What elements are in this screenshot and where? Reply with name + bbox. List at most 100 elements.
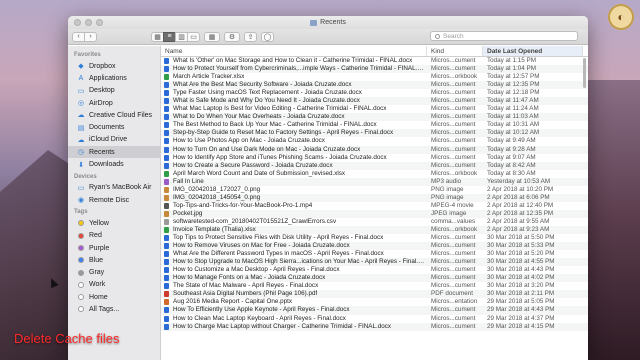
sidebar-item-documents[interactable]: ▤ Documents <box>68 121 160 133</box>
nav-buttons: ‹ › <box>72 31 97 42</box>
file-row[interactable]: Fall In Line MP3 audio Yesterday at 10:53 … <box>161 177 588 186</box>
file-row[interactable]: What to Do When Your Mac Overheats - Joi… <box>161 113 588 122</box>
file-row[interactable]: Top Tips to Protect Sensitive Files with… <box>161 234 588 242</box>
forward-button[interactable]: › <box>84 31 97 42</box>
file-row[interactable]: How To Efficiently Use Apple Keynote - A… <box>161 306 588 315</box>
file-name-cell: IMG_02042018_145054_0.png <box>161 194 427 202</box>
tag-purple[interactable]: Purple <box>68 242 160 254</box>
sidebar-item-desktop[interactable]: ▭ Desktop <box>68 85 160 97</box>
tag-home[interactable]: Home <box>68 291 160 303</box>
file-row[interactable]: Type Faster Using macOS Text Replacement… <box>161 89 588 97</box>
sidebar-item-label: iCloud Drive <box>89 136 128 144</box>
file-row[interactable]: What Mac Laptop Is Best for Video Editin… <box>161 105 588 113</box>
kind-column-header[interactable]: Kind <box>427 46 483 56</box>
tag-label: Home <box>89 293 108 301</box>
vertical-scrollbar[interactable] <box>583 58 586 88</box>
sidebar-item-icloud-drive[interactable]: ☁ iCloud Drive <box>68 134 160 146</box>
favorites-header: Favorites <box>74 52 101 58</box>
file-row[interactable]: The Best Method to Back Up Your Mac - Ca… <box>161 121 588 129</box>
tag-all-tags[interactable]: All Tags... <box>68 303 160 315</box>
file-row[interactable]: How to Protect Yourself from Cybercrimin… <box>161 65 588 74</box>
zoom-button[interactable] <box>96 19 103 26</box>
file-row[interactable]: Southeast Asia Digital Numbers (Phil Pag… <box>161 290 588 299</box>
file-row[interactable]: How to Customize a Mac Desktop - April R… <box>161 266 588 274</box>
sidebar-item-dropbox[interactable]: ◆ Dropbox <box>68 60 160 72</box>
sidebar-item-airdrop[interactable]: ◎ AirDrop <box>68 97 160 109</box>
file-row[interactable]: How to Create a Secure Password - Joiada… <box>161 161 588 170</box>
csv-file-icon <box>164 218 169 225</box>
file-row[interactable]: What Are the Best Mac Security Software … <box>161 81 588 90</box>
file-row[interactable]: Aug 2016 Media Report - Capital One.pptx… <box>161 298 588 306</box>
file-name: What Are the Different Password Types in… <box>173 250 384 258</box>
file-row[interactable]: What is Safe Mode and Why Do You Need It… <box>161 97 588 106</box>
recents-icon: ◷ <box>77 149 85 157</box>
file-name-cell: Type Faster Using macOS Text Replacement… <box>161 89 427 97</box>
file-row[interactable]: The State of Mac Malware - April Reyes -… <box>161 282 588 290</box>
file-row[interactable]: April March Word Count and Date of Submi… <box>161 170 588 178</box>
tag-label: Purple <box>89 244 110 252</box>
devices-header: Devices <box>74 173 97 180</box>
tag-yellow[interactable]: Yellow <box>68 217 160 229</box>
file-row[interactable]: How to Charge Mac Laptop without Charger… <box>161 322 588 331</box>
sidebar-item-label: Applications <box>89 74 127 82</box>
file-name: IMG_02042018_145054_0.png <box>173 193 261 201</box>
sidebar-item-creative-cloud-files[interactable]: ☁ Creative Cloud Files <box>68 109 160 121</box>
tag-blue[interactable]: Blue <box>68 254 160 266</box>
file-name: What is Safe Mode and Why Do You Need It… <box>173 97 360 105</box>
mp3-file-icon <box>164 178 169 185</box>
file-name-cell: March Article Tracker.xlsx <box>161 73 427 81</box>
doc-file-icon <box>164 235 169 242</box>
file-row[interactable]: Step-by-Step Guide to Reset Mac to Facto… <box>161 129 588 138</box>
sidebar-item-applications[interactable]: A Applications <box>68 72 160 84</box>
file-date: 30 Mar 2018 at 5:20 PM <box>487 250 555 258</box>
file-name: How to Remove Viruses on Mac for Free - … <box>173 242 350 250</box>
file-row[interactable]: What Are the Different Password Types in… <box>161 250 588 258</box>
doc-file-icon <box>164 267 169 274</box>
tag-red[interactable]: Red <box>68 230 160 242</box>
file-kind: Micros...orkbook <box>431 169 478 177</box>
file-row[interactable]: How to Manage Fonts on a Mac - Joiada Cr… <box>161 274 588 283</box>
file-row[interactable]: How to Stop Upgrade to MacOS High Sierra… <box>161 258 588 267</box>
file-name: softwaretested-com_20180402T015521Z_Craw… <box>173 217 337 225</box>
sidebar-item-remote-disc[interactable]: ◉ Remote Disc <box>68 194 160 206</box>
search-field[interactable]: Search <box>430 31 578 41</box>
tag-gray[interactable]: Gray <box>68 266 160 278</box>
file-row[interactable]: IMG_02042018_145054_0.png PNG image 2 Apr … <box>161 193 588 202</box>
close-button[interactable] <box>74 19 81 26</box>
file-name: Top-Tips-and-Tricks-for-Your-MacBook-Pro… <box>173 201 313 209</box>
date-column-header[interactable]: Date Last Opened <box>483 46 583 56</box>
search-placeholder: Search <box>443 32 464 40</box>
tag-work[interactable]: Work <box>68 279 160 291</box>
tag-label: Work <box>89 281 106 289</box>
file-row[interactable]: softwaretested-com_20180402T015521Z_Craw… <box>161 218 588 226</box>
tag-color-dot-icon <box>78 257 84 264</box>
name-column-header[interactable]: Name <box>161 46 427 56</box>
file-row[interactable]: Top-Tips-and-Tricks-for-Your-MacBook-Pro… <box>161 202 588 210</box>
group-by-icon[interactable]: ▦ <box>204 31 220 42</box>
file-name: The Best Method to Back Up Your Mac - Ca… <box>173 121 377 129</box>
tag-label: All Tags... <box>89 305 120 313</box>
tag-color-dot-icon <box>78 220 84 227</box>
gallery-view-icon[interactable]: ▭ <box>187 31 200 42</box>
minimize-button[interactable] <box>85 19 92 26</box>
file-name-cell: IMG_02042018_172027_0.png <box>161 186 427 194</box>
file-row[interactable]: Pocket.jpg JPEG image 2 Apr 2018 at 12:35 … <box>161 209 588 218</box>
file-row[interactable]: How to Remove Viruses on Mac for Free - … <box>161 242 588 251</box>
file-row[interactable]: Invoice Template (Thalia).xlsx Micros...o… <box>161 225 588 235</box>
file-kind: PNG image <box>431 185 464 193</box>
share-icon[interactable]: ⇪ <box>244 31 257 42</box>
file-row[interactable]: What Is 'Other' on Mac Storage and How t… <box>161 57 588 65</box>
file-row[interactable]: March Article Tracker.xlsx Micros...orkbo… <box>161 73 588 81</box>
doc-file-icon <box>164 106 169 113</box>
file-row[interactable]: How to Use Photos App on Mac - Joiada Cr… <box>161 137 588 145</box>
sidebar-item-recents[interactable]: ◷ Recents <box>68 146 160 159</box>
file-row[interactable]: How to Turn On and Use Dark Mode on Mac … <box>161 145 588 154</box>
sidebar-item-ryan-s-macbook-air[interactable]: ▭ Ryan's MacBook Air <box>68 182 160 194</box>
file-kind: Micros...orkbook <box>431 225 478 233</box>
tag-icon[interactable]: ◯ <box>261 31 274 42</box>
sidebar-item-downloads[interactable]: ⬇ Downloads <box>68 158 160 170</box>
file-row[interactable]: IMG_02042018_172027_0.png PNG image 2 Apr … <box>161 186 588 194</box>
file-row[interactable]: How to Clean Mac Laptop Keyboard - April… <box>161 315 588 323</box>
file-row[interactable]: How to Identify App Store and iTunes Phi… <box>161 154 588 162</box>
action-gear-icon[interactable]: ⚙ <box>224 31 240 42</box>
